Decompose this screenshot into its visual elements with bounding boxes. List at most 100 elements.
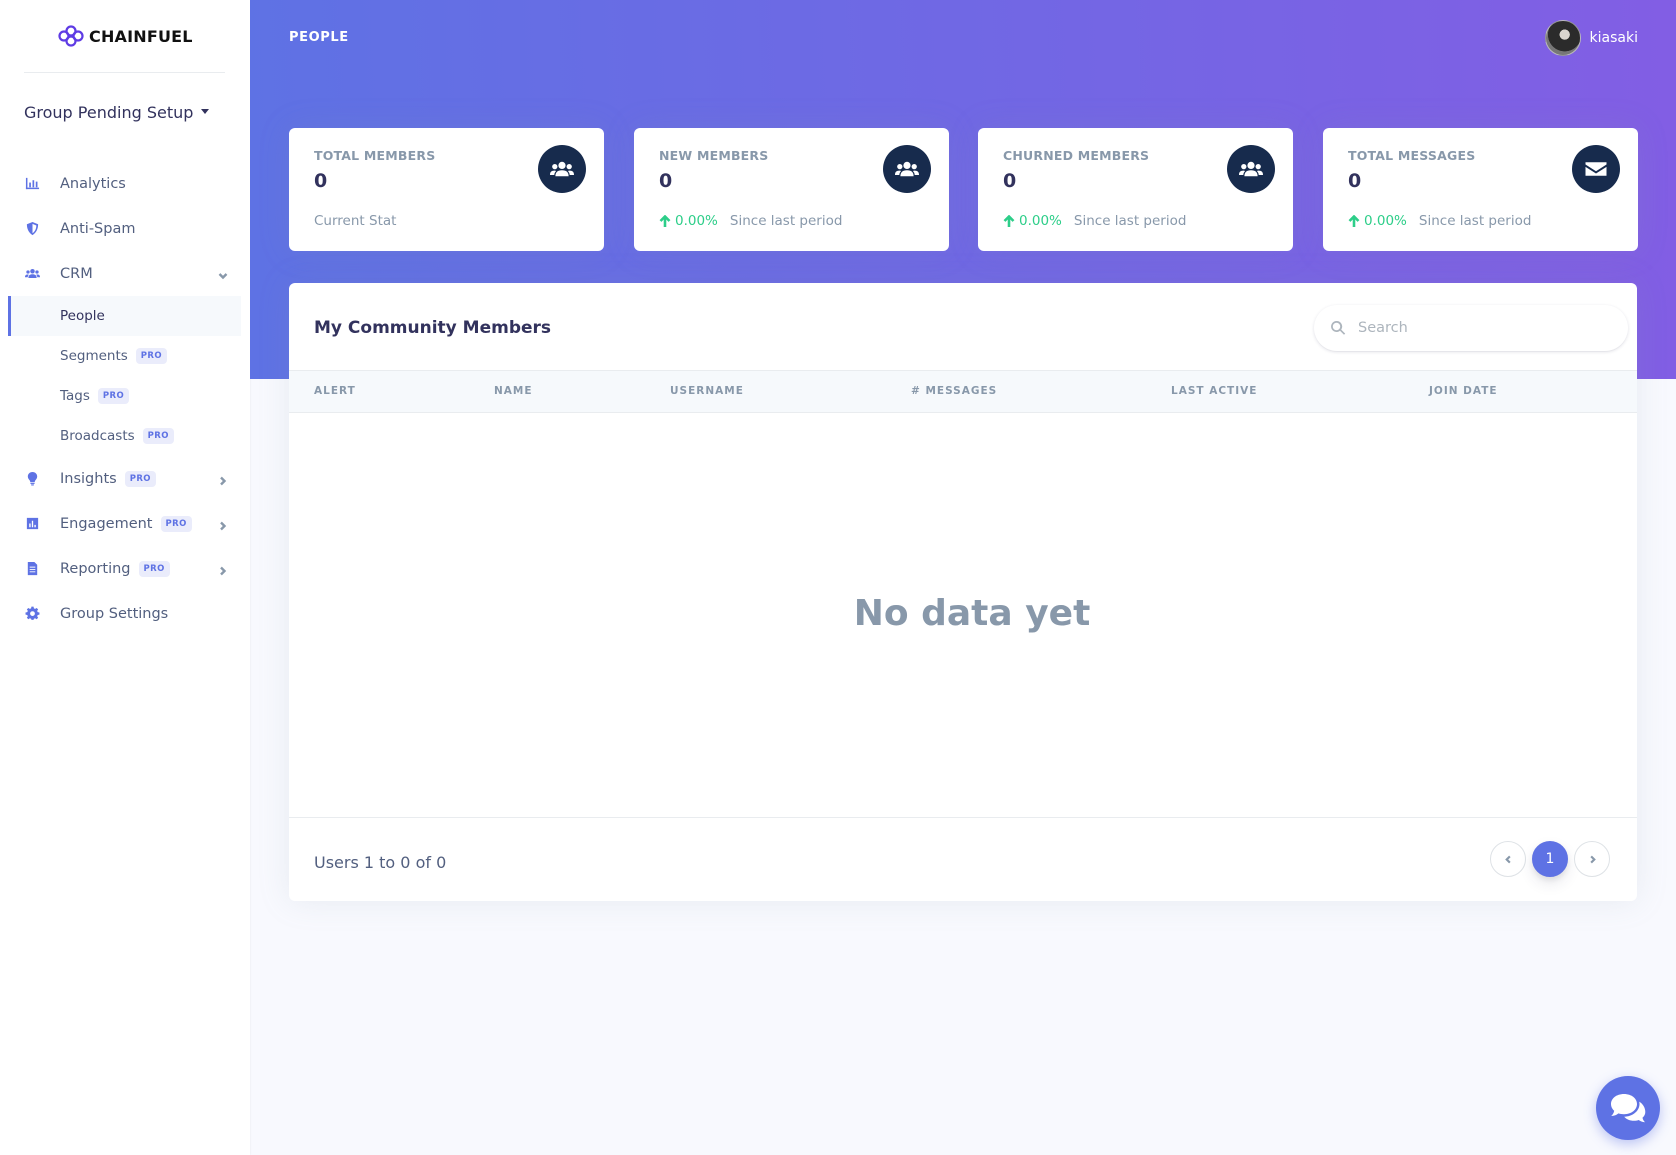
stat-card-new-members: NEW MEMBERS 0 0.00% Since last period — [634, 128, 949, 251]
column-header-alert[interactable]: ALERT — [314, 385, 356, 397]
pro-badge: PRO — [97, 388, 130, 404]
envelope-icon — [1572, 145, 1620, 193]
pro-badge: PRO — [135, 348, 167, 364]
pro-badge: PRO — [160, 515, 192, 532]
sidebar-divider — [24, 72, 225, 73]
caret-down-icon — [201, 109, 210, 114]
column-header-name[interactable]: NAME — [494, 385, 533, 397]
search-input[interactable] — [1358, 320, 1608, 336]
sidebar-subitem-label: Segments — [60, 348, 128, 364]
column-header-username[interactable]: USERNAME — [670, 385, 744, 397]
group-selector[interactable]: Group Pending Setup — [24, 103, 210, 122]
chevron-right-icon — [218, 564, 228, 575]
sidebar-item-label: Group Settings — [60, 605, 169, 622]
stat-label: TOTAL MESSAGES — [1348, 148, 1476, 163]
sidebar-subitem-people[interactable]: People — [8, 296, 241, 336]
sidebar-item-anti-spam[interactable]: Anti-Spam — [0, 206, 250, 251]
users-count: Users 1 to 0 of 0 — [314, 853, 447, 872]
stat-footer-text: Since last period — [729, 213, 843, 229]
empty-state: No data yet — [853, 593, 1091, 634]
column-header-messages[interactable]: # MESSAGES — [911, 385, 997, 397]
user-menu[interactable]: kiasaki — [1544, 20, 1638, 56]
stat-change: 0.00% — [1348, 213, 1407, 229]
stat-change-value: 0.00% — [1364, 213, 1407, 229]
sidebar-subitem-segments[interactable]: Segments PRO — [0, 336, 250, 376]
sidebar-nav: Analytics Anti-Spam CRM People Segments … — [0, 161, 250, 636]
username: kiasaki — [1589, 30, 1638, 46]
chevron-right-icon — [218, 474, 228, 485]
brand-name: CHAINFUEL — [89, 26, 193, 46]
stat-footer: 0.00% Since last period — [1003, 213, 1186, 229]
stat-footer-text: Since last period — [1418, 213, 1532, 229]
stat-card-total-messages: TOTAL MESSAGES 0 0.00% Since last period — [1323, 128, 1638, 251]
stat-change: 0.00% — [1003, 213, 1062, 229]
column-header-join-date[interactable]: JOIN DATE — [1429, 385, 1498, 397]
sidebar-item-analytics[interactable]: Analytics — [0, 161, 250, 206]
chat-bubbles-icon — [1611, 1094, 1646, 1123]
sidebar-subitem-label: People — [60, 308, 105, 324]
stat-card-total-members: TOTAL MEMBERS 0 Current Stat — [289, 128, 604, 251]
table-header: ALERT NAME USERNAME # MESSAGES LAST ACTI… — [289, 370, 1637, 413]
sidebar-subitem-label: Tags — [60, 388, 90, 404]
table-footer-divider — [289, 817, 1637, 818]
arrow-up-icon — [1003, 214, 1015, 227]
stat-label: TOTAL MEMBERS — [314, 148, 436, 163]
members-table-title: My Community Members — [314, 318, 552, 338]
poll-icon — [24, 516, 40, 532]
stat-value: 0 — [659, 170, 673, 192]
column-header-last-active[interactable]: LAST ACTIVE — [1171, 385, 1257, 397]
stat-card-churned-members: CHURNED MEMBERS 0 0.00% Since last perio… — [978, 128, 1293, 251]
avatar — [1544, 20, 1581, 56]
stat-label: NEW MEMBERS — [659, 148, 769, 163]
sidebar-item-label: Engagement — [60, 515, 153, 532]
stat-value: 0 — [314, 170, 328, 192]
stat-change: 0.00% — [659, 213, 718, 229]
pro-badge: PRO — [138, 560, 170, 577]
brand-logo[interactable]: CHAINFUEL — [56, 24, 193, 48]
lightbulb-icon — [24, 471, 40, 487]
stat-change-value: 0.00% — [675, 213, 718, 229]
stat-footer-text: Current Stat — [314, 213, 397, 229]
arrow-up-icon — [659, 214, 671, 227]
group-selector-label: Group Pending Setup — [24, 103, 194, 122]
file-icon — [24, 561, 40, 577]
gear-icon — [24, 606, 40, 622]
sidebar-item-label: Insights — [60, 470, 117, 487]
chevron-right-icon — [1589, 855, 1596, 863]
stat-value: 0 — [1348, 170, 1362, 192]
sidebar-item-group-settings[interactable]: Group Settings — [0, 591, 250, 636]
pro-badge: PRO — [124, 470, 156, 487]
pagination: 1 — [1490, 841, 1610, 877]
users-icon — [1227, 145, 1275, 193]
chevron-down-icon — [218, 269, 228, 279]
search-icon — [1331, 320, 1346, 335]
sidebar-item-engagement[interactable]: Engagement PRO — [0, 501, 250, 546]
sidebar-item-label: Analytics — [60, 175, 126, 192]
sidebar-item-label: Anti-Spam — [60, 220, 136, 237]
sidebar-item-crm[interactable]: CRM — [0, 251, 250, 296]
sidebar-subitem-broadcasts[interactable]: Broadcasts PRO — [0, 416, 250, 456]
pro-badge: PRO — [142, 428, 174, 444]
sidebar-subitem-label: Broadcasts — [60, 428, 135, 444]
sidebar-item-insights[interactable]: Insights PRO — [0, 456, 250, 501]
chevron-right-icon — [218, 519, 228, 530]
chainfuel-logo-icon — [58, 25, 84, 47]
chat-widget-button[interactable] — [1596, 1076, 1660, 1140]
sidebar-subitem-tags[interactable]: Tags PRO — [0, 376, 250, 416]
next-page-button[interactable] — [1574, 841, 1610, 877]
stat-value: 0 — [1003, 170, 1017, 192]
stat-footer: 0.00% Since last period — [1348, 213, 1531, 229]
page-button-current[interactable]: 1 — [1532, 841, 1568, 877]
sidebar-item-reporting[interactable]: Reporting PRO — [0, 546, 250, 591]
page-title: PEOPLE — [289, 30, 349, 45]
sidebar-item-label: Reporting — [60, 560, 131, 577]
sidebar-item-label: CRM — [60, 265, 93, 282]
previous-page-button[interactable] — [1490, 841, 1526, 877]
search-box[interactable] — [1314, 305, 1628, 351]
arrow-up-icon — [1348, 214, 1360, 227]
users-icon — [24, 266, 40, 282]
stat-footer: 0.00% Since last period — [659, 213, 842, 229]
shield-icon — [24, 221, 40, 237]
stat-footer: Current Stat — [314, 213, 396, 229]
chevron-left-icon — [1504, 855, 1511, 863]
